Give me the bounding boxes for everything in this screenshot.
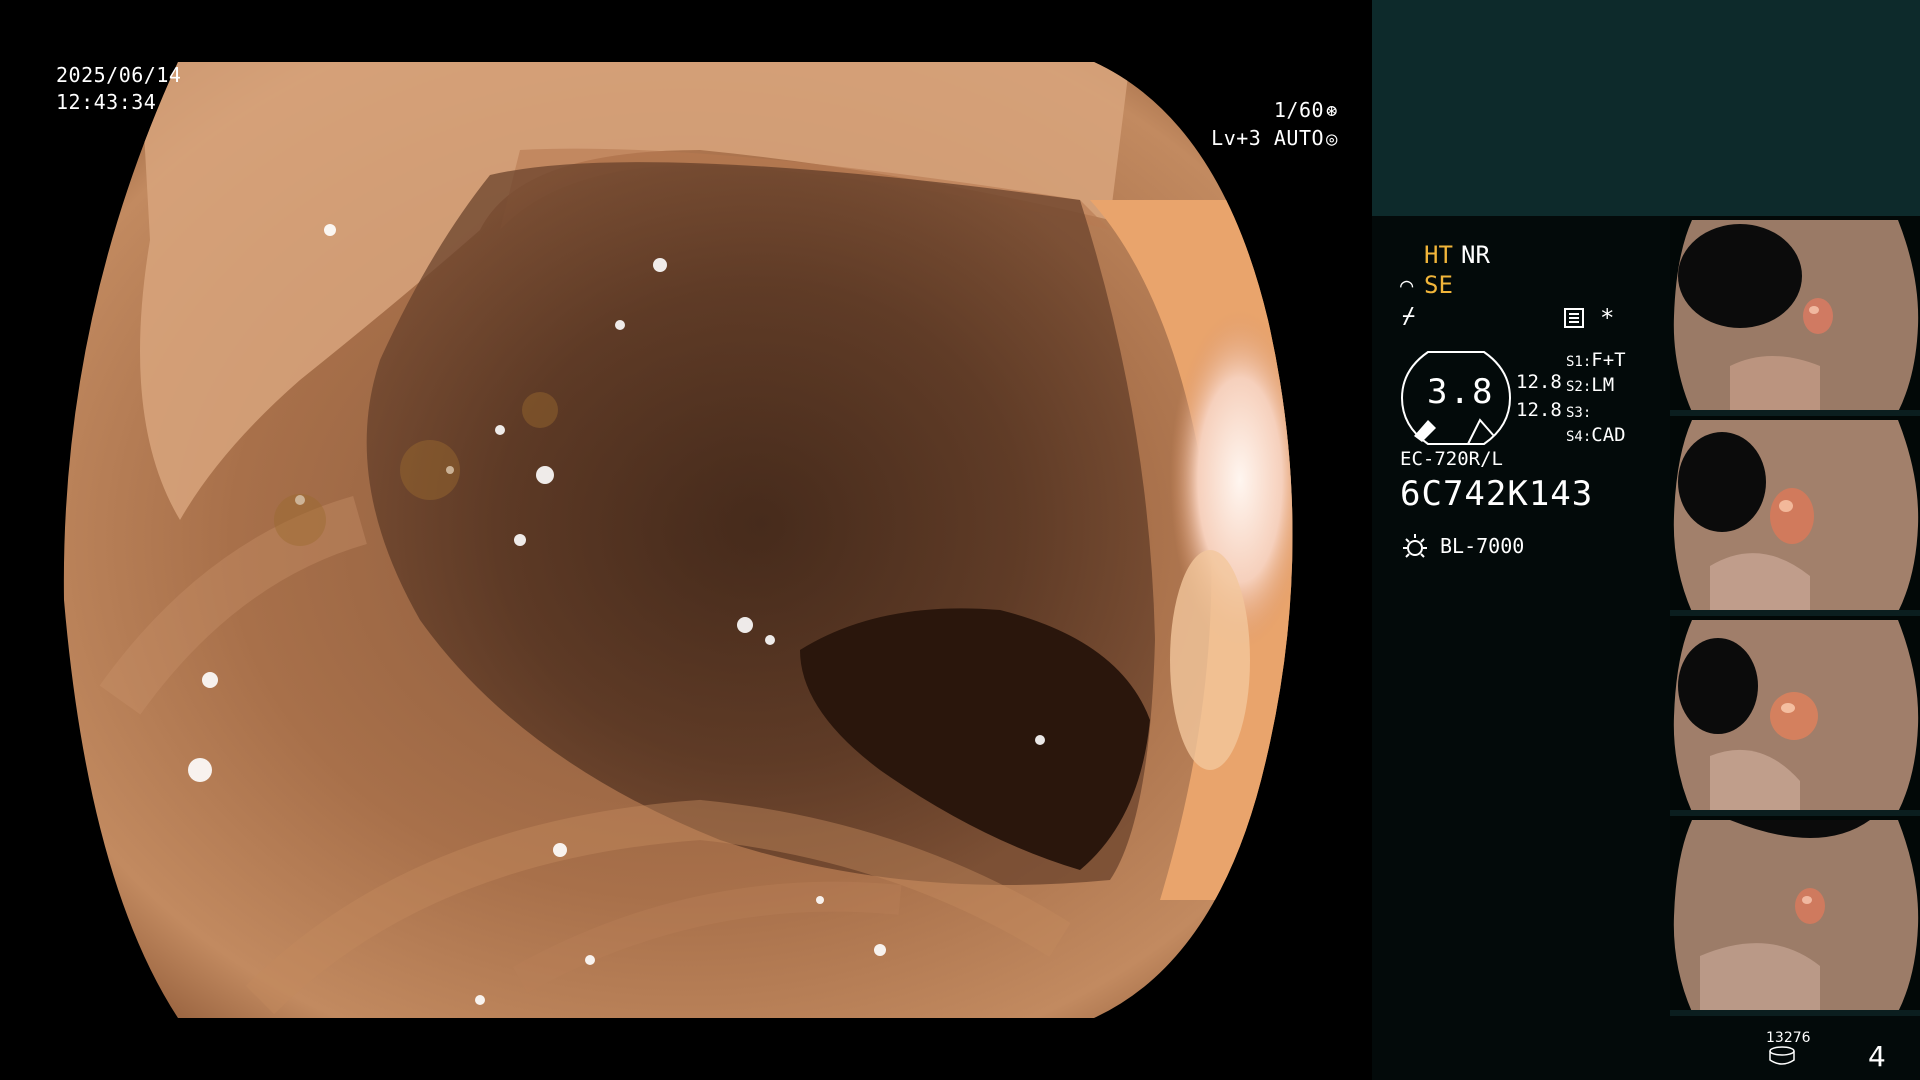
panel-header xyxy=(1372,0,1920,216)
image-count: 13276 xyxy=(1766,1030,1811,1046)
thumbnail[interactable] xyxy=(1670,216,1920,416)
settings-info: HT NR ⌒ SE ⌿ * 3.8 12.8 12.8 S1:F+T S2:L… xyxy=(1372,216,1662,1080)
scope-icon: ⌒ xyxy=(1400,273,1414,298)
thumbnail[interactable] xyxy=(1670,816,1920,1016)
scope-serial: 6C742K143 xyxy=(1400,474,1594,514)
gauge-bottom-value: 12.8 xyxy=(1516,399,1562,421)
gauge-top-value: 12.8 xyxy=(1516,371,1562,393)
switch-1: S1:F+T xyxy=(1566,349,1626,371)
thumbnail[interactable] xyxy=(1670,616,1920,816)
iris-icon: ◎ xyxy=(1326,128,1338,150)
bolt-icon: ⌿ xyxy=(1402,304,1416,329)
switch-2: S2:LM xyxy=(1566,374,1615,396)
nr-label: NR xyxy=(1461,241,1490,269)
light-source: BL-7000 xyxy=(1440,534,1525,558)
se-label: SE xyxy=(1424,271,1453,299)
storage-icon xyxy=(1769,1046,1795,1065)
star-indicator: * xyxy=(1600,304,1615,332)
scope-model: EC-720R/L xyxy=(1400,448,1503,470)
sun-icon xyxy=(1403,534,1427,558)
menu-icon xyxy=(1564,308,1584,328)
exposure-display: 1/60 ⊛ Lv+3 AUTO ◎ xyxy=(1211,97,1338,153)
gauge-value: 3.8 xyxy=(1427,372,1495,412)
level-text: Lv+3 xyxy=(1211,126,1262,150)
time-text: 12:43:34 xyxy=(56,90,157,114)
shutter-text: 1/60 xyxy=(1273,98,1325,122)
switch-3: S3: xyxy=(1566,405,1592,421)
date-text: 2025/06/14 xyxy=(56,63,182,87)
ht-label: HT xyxy=(1424,241,1453,269)
auto-text: AUTO xyxy=(1273,126,1325,150)
page-number: 4 xyxy=(1868,1040,1886,1073)
endoscope-image xyxy=(63,62,1293,1018)
thumbnail[interactable] xyxy=(1670,416,1920,616)
aperture-icon: ⊛ xyxy=(1326,100,1338,122)
datetime-display: 2025/06/14 12:43:34 xyxy=(56,62,181,116)
endoscope-view: 2025/06/14 12:43:34 1/60 ⊛ Lv+3 AUTO ◎ xyxy=(0,0,1372,1080)
info-panel: HT NR ⌒ SE ⌿ * 3.8 12.8 12.8 S1:F+T S2:L… xyxy=(1372,0,1920,1080)
switch-4: S4:CAD xyxy=(1566,424,1626,446)
thumbnail-strip xyxy=(1670,216,1920,1018)
